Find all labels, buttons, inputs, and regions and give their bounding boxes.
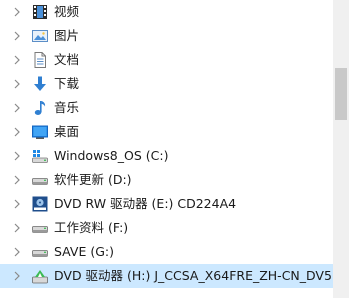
scrollbar-thumb[interactable]: [335, 68, 347, 120]
tree-item-label: 音乐: [54, 100, 80, 115]
hard-drive-icon: [32, 178, 48, 185]
tree-item-drive-h[interactable]: DVD 驱动器 (H:) J_CCSA_X64FRE_ZH-CN_DV5: [0, 264, 333, 288]
chevron-right-icon[interactable]: [11, 6, 23, 18]
chevron-right-icon[interactable]: [11, 270, 23, 282]
tree-item-drive-g[interactable]: SAVE (G:): [0, 240, 333, 264]
chevron-right-icon[interactable]: [11, 174, 23, 186]
tree-item-label: DVD RW 驱动器 (E:) CD224A4: [54, 196, 237, 211]
chevron-right-icon[interactable]: [11, 30, 23, 42]
chevron-right-icon[interactable]: [11, 198, 23, 210]
tree-item-label: 工作资料 (F:): [54, 220, 129, 235]
chevron-right-icon[interactable]: [11, 78, 23, 90]
windows-drive-icon: [32, 150, 48, 163]
tree-item-label: Windows8_OS (C:): [54, 148, 169, 163]
hard-drive-icon: [32, 250, 48, 257]
dvd-rw-drive-icon: [32, 196, 48, 212]
desktop-folder-icon: [32, 125, 48, 139]
tree-item-documents[interactable]: 文档: [0, 48, 333, 72]
tree-item-label: 桌面: [54, 124, 80, 139]
videos-folder-icon: [33, 5, 47, 19]
tree-item-downloads[interactable]: 下载: [0, 72, 333, 96]
tree-item-label: 软件更新 (D:): [54, 172, 132, 187]
tree-item-label: 文档: [54, 52, 80, 67]
pictures-folder-icon: [32, 30, 48, 42]
vertical-scrollbar[interactable]: [333, 0, 349, 298]
chevron-right-icon[interactable]: [11, 150, 23, 162]
chevron-right-icon[interactable]: [11, 222, 23, 234]
folder-tree: 视频 图片 文档 下载 音乐 桌面 Windows8_OS (C:) 软件更新 …: [0, 0, 333, 298]
tree-item-videos[interactable]: 视频: [0, 0, 333, 24]
chevron-right-icon[interactable]: [11, 54, 23, 66]
hard-drive-icon: [32, 226, 48, 233]
chevron-right-icon[interactable]: [11, 126, 23, 138]
tree-item-label: 图片: [54, 28, 80, 43]
music-folder-icon: [34, 101, 46, 115]
tree-item-music[interactable]: 音乐: [0, 96, 333, 120]
tree-item-label: SAVE (G:): [54, 244, 114, 259]
tree-item-drive-f[interactable]: 工作资料 (F:): [0, 216, 333, 240]
documents-folder-icon: [34, 52, 46, 68]
tree-item-drive-d[interactable]: 软件更新 (D:): [0, 168, 333, 192]
tree-item-label: 下载: [54, 76, 80, 91]
downloads-folder-icon: [34, 76, 46, 91]
tree-item-label: DVD 驱动器 (H:) J_CCSA_X64FRE_ZH-CN_DV5: [54, 268, 332, 283]
tree-item-drive-e[interactable]: DVD RW 驱动器 (E:) CD224A4: [0, 192, 333, 216]
tree-item-drive-c[interactable]: Windows8_OS (C:): [0, 144, 333, 168]
tree-item-desktop[interactable]: 桌面: [0, 120, 333, 144]
chevron-right-icon[interactable]: [11, 102, 23, 114]
dvd-drive-icon: [32, 270, 48, 284]
tree-item-label: 视频: [54, 4, 80, 19]
chevron-right-icon[interactable]: [11, 246, 23, 258]
tree-item-pictures[interactable]: 图片: [0, 24, 333, 48]
navigation-pane: 视频 图片 文档 下载 音乐 桌面 Windows8_OS (C:) 软件更新 …: [0, 0, 349, 298]
